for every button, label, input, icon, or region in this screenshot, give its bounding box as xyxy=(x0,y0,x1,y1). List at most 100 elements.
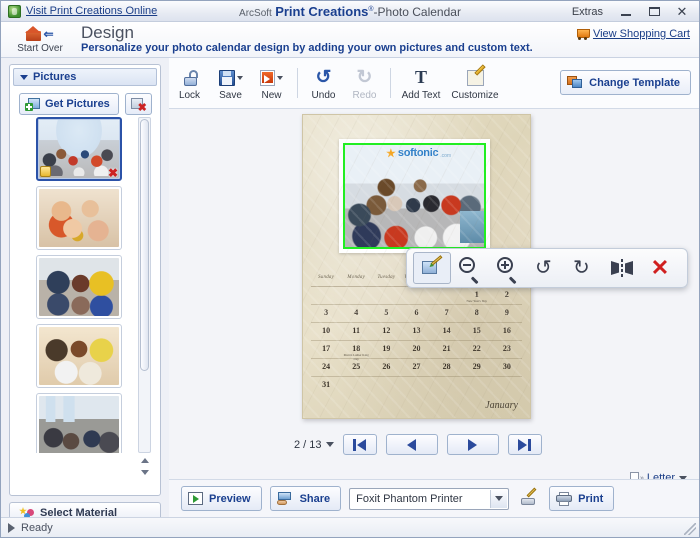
printer-select[interactable]: Foxit Phantom Printer xyxy=(349,488,509,510)
thumbnail-image xyxy=(39,258,119,316)
calendar-day-cell[interactable]: 4 xyxy=(341,305,371,322)
previous-page-button[interactable] xyxy=(386,434,438,455)
calendar-day-cell[interactable]: 10 xyxy=(311,323,341,340)
calendar-day-cell[interactable]: 1New Year's Day xyxy=(462,287,492,304)
calendar-day-cell[interactable]: 2 xyxy=(492,287,522,304)
calendar-day-cell[interactable] xyxy=(492,377,522,395)
design-canvas[interactable]: softonic .com Sunday Monday Tuesday Wedn… xyxy=(169,109,699,517)
calendar-day-cell[interactable]: 7 xyxy=(432,305,462,322)
customize-button[interactable]: Customize xyxy=(446,61,504,106)
calendar-day-cell[interactable] xyxy=(341,287,371,304)
calendar-day-cell[interactable]: 6 xyxy=(401,305,431,322)
calendar-day-cell[interactable] xyxy=(371,287,401,304)
calendar-day-cell[interactable] xyxy=(432,377,462,395)
calendar-day-cell[interactable]: 22 xyxy=(462,341,492,358)
calendar-day-cell[interactable]: 13 xyxy=(401,323,431,340)
calendar-day-cell[interactable]: 23 xyxy=(492,341,522,358)
get-pictures-button[interactable]: Get Pictures xyxy=(19,93,119,115)
share-label: Share xyxy=(300,493,331,505)
delete-picture-button[interactable]: ✖ xyxy=(125,93,152,115)
remove-photo-button[interactable]: ✕ xyxy=(641,252,679,284)
calendar-week-row: 3 4 5 6 7 8 9 xyxy=(311,305,522,323)
remove-thumbnail-icon[interactable]: ✖ xyxy=(108,168,118,178)
calendar-day-cell[interactable]: 24 xyxy=(311,359,341,376)
calendar-day-cell[interactable] xyxy=(432,287,462,304)
calendar-day-cell[interactable]: 31 xyxy=(311,377,341,395)
day-number: 4 xyxy=(341,305,371,318)
rotate-right-button[interactable]: ↻ xyxy=(565,252,603,284)
next-page-button[interactable] xyxy=(447,434,499,455)
add-text-button[interactable]: T Add Text xyxy=(396,61,446,106)
resize-grip[interactable] xyxy=(684,523,696,535)
calendar-day-cell[interactable] xyxy=(462,377,492,395)
calendar-day-cell[interactable]: 30 xyxy=(492,359,522,376)
undo-button[interactable]: ↺ Undo xyxy=(303,61,344,106)
zoom-out-button[interactable] xyxy=(451,252,489,284)
calendar-day-cell[interactable]: 19 xyxy=(371,341,401,358)
calendar-day-cell[interactable]: 26 xyxy=(371,359,401,376)
share-button[interactable]: Share xyxy=(270,486,342,511)
calendar-day-cell[interactable] xyxy=(311,287,341,304)
calendar-day-cell[interactable] xyxy=(401,287,431,304)
arrow-up-icon xyxy=(141,458,149,463)
calendar-day-cell[interactable]: 21 xyxy=(432,341,462,358)
last-page-button[interactable] xyxy=(508,434,542,455)
printer-properties-button[interactable] xyxy=(517,488,539,510)
calendar-day-cell[interactable]: 5 xyxy=(371,305,401,322)
minimize-button[interactable] xyxy=(613,3,639,20)
arrow-down-icon xyxy=(141,470,149,475)
calendar-day-cell[interactable]: 25 xyxy=(341,359,371,376)
edit-photo-button[interactable] xyxy=(413,252,451,284)
in-use-badge-icon xyxy=(40,166,51,177)
calendar-day-cell[interactable]: 27 xyxy=(401,359,431,376)
lock-button[interactable]: Lock xyxy=(169,61,210,106)
preview-button[interactable]: Preview xyxy=(181,486,262,511)
list-item[interactable] xyxy=(36,255,122,319)
status-expand-icon[interactable] xyxy=(8,523,15,533)
flip-button[interactable] xyxy=(603,252,641,284)
first-page-button[interactable] xyxy=(343,434,377,455)
maximize-button[interactable] xyxy=(641,3,667,20)
start-over-button[interactable]: ⇐ Start Over xyxy=(8,23,72,57)
scroll-down-button[interactable] xyxy=(138,467,151,478)
save-button[interactable]: Save xyxy=(210,61,251,106)
calendar-day-cell[interactable]: 8 xyxy=(462,305,492,322)
new-button[interactable]: New xyxy=(251,61,292,106)
list-item[interactable] xyxy=(36,186,122,250)
page-counter-dropdown[interactable]: 2 / 13 xyxy=(294,439,334,451)
printer-dropdown-button[interactable] xyxy=(490,490,507,508)
calendar-day-cell[interactable]: 9 xyxy=(492,305,522,322)
list-item[interactable] xyxy=(36,393,122,453)
calendar-day-cell[interactable]: 18Martin Luther King Day xyxy=(341,341,371,358)
calendar-day-cell[interactable]: 20 xyxy=(401,341,431,358)
view-shopping-cart[interactable]: View Shopping Cart xyxy=(575,28,690,40)
calendar-day-cell[interactable]: 12 xyxy=(371,323,401,340)
calendar-day-cell[interactable] xyxy=(341,377,371,395)
calendar-day-cell[interactable]: 29 xyxy=(462,359,492,376)
calendar-day-cell[interactable]: 14 xyxy=(432,323,462,340)
list-item[interactable] xyxy=(36,324,122,388)
calendar-day-cell[interactable]: 11 xyxy=(341,323,371,340)
calendar-day-cell[interactable]: 3 xyxy=(311,305,341,322)
calendar-day-cell[interactable] xyxy=(401,377,431,395)
calendar-day-cell[interactable]: 28 xyxy=(432,359,462,376)
calendar-day-cell[interactable]: 16 xyxy=(492,323,522,340)
picture-thumbnail-list[interactable]: ✖ xyxy=(19,117,139,453)
scroll-up-button[interactable] xyxy=(138,455,151,466)
list-item[interactable]: ✖ xyxy=(36,117,122,181)
close-button[interactable]: ✕ xyxy=(669,3,695,20)
zoom-in-button[interactable] xyxy=(489,252,527,284)
visit-online-link[interactable]: Visit Print Creations Online xyxy=(26,5,157,17)
photo-placeholder-frame[interactable]: softonic .com xyxy=(339,139,490,253)
calendar-day-cell[interactable]: 15 xyxy=(462,323,492,340)
extras-menu[interactable]: Extras xyxy=(572,6,603,18)
pictures-panel-header[interactable]: Pictures xyxy=(13,68,157,86)
scrollbar-thumb[interactable] xyxy=(140,119,149,371)
rotate-left-button[interactable]: ↺ xyxy=(527,252,565,284)
calendar-day-cell[interactable]: 17 xyxy=(311,341,341,358)
thumbnail-scrollbar[interactable] xyxy=(138,117,151,453)
print-button[interactable]: Print xyxy=(549,486,614,511)
calendar-day-cell[interactable] xyxy=(371,377,401,395)
calendar-photo[interactable]: softonic .com xyxy=(343,143,486,249)
change-template-button[interactable]: Change Template xyxy=(560,70,691,95)
